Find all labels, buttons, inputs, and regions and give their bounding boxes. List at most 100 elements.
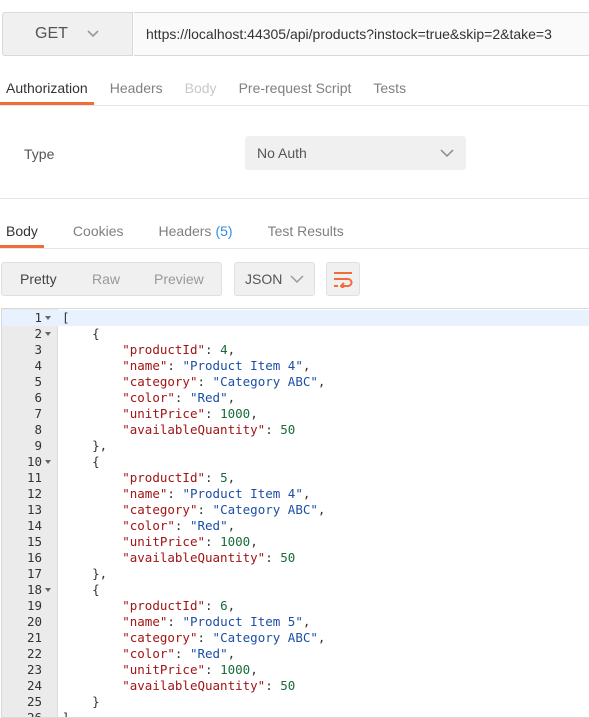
response-body-editor[interactable]: 1[2 {3 "productId": 4, 4 "name": "Product… [1, 308, 589, 718]
json-number: 1000 [220, 662, 251, 677]
code-line: 17 }, [2, 566, 589, 582]
json-punctuation [62, 678, 122, 693]
json-number: 5 [220, 470, 228, 485]
url-text: https://localhost:44305/api/products?ins… [146, 26, 552, 42]
json-punctuation: , [227, 646, 236, 661]
line-number: 14 [26, 518, 42, 533]
auth-type-select[interactable]: No Auth [245, 136, 466, 170]
wrap-lines-button[interactable] [326, 262, 360, 296]
line-number: 8 [34, 422, 42, 437]
json-string: "Category ABC" [212, 374, 318, 389]
json-punctuation: [ [62, 310, 70, 325]
json-punctuation: : [265, 550, 281, 565]
json-punctuation [62, 390, 122, 405]
tab-body: Body [179, 70, 223, 105]
json-number: 4 [220, 342, 228, 357]
line-number: 20 [26, 614, 42, 629]
json-punctuation: , [317, 374, 326, 389]
code-line: 10 { [2, 454, 589, 470]
json-punctuation: , [227, 598, 236, 613]
divider [0, 248, 589, 249]
json-punctuation [62, 502, 122, 517]
line-number: 19 [26, 598, 42, 613]
code-text: "category": "Category ABC", [62, 630, 325, 646]
code-text: ] [62, 710, 70, 717]
response-tab-cookies[interactable]: Cookies [67, 213, 130, 248]
response-tab-test-results[interactable]: Test Results [262, 213, 350, 248]
code-line: 4 "name": "Product Item 4", [2, 358, 589, 374]
code-line: 8 "availableQuantity": 50 [2, 422, 589, 438]
json-punctuation [62, 358, 122, 373]
line-number: 12 [26, 486, 42, 501]
json-key: "color" [122, 518, 175, 533]
view-mode-switcher: Pretty Raw Preview [1, 262, 222, 296]
url-input[interactable]: https://localhost:44305/api/products?ins… [134, 12, 589, 56]
json-punctuation: , [227, 470, 236, 485]
code-text: }, [62, 438, 107, 454]
json-punctuation [62, 550, 122, 565]
line-number: 11 [26, 470, 42, 485]
tab-label: Tests [373, 79, 407, 96]
json-punctuation [62, 342, 122, 357]
json-punctuation: , [302, 358, 311, 373]
code-line: 21 "category": "Category ABC", [2, 630, 589, 646]
json-punctuation: } [62, 694, 100, 709]
json-punctuation: : [205, 662, 221, 677]
code-text: "color": "Red", [62, 518, 235, 534]
code-text: "unitPrice": 1000, [62, 662, 258, 678]
code-text: "color": "Red", [62, 646, 235, 662]
json-punctuation: , [317, 502, 326, 517]
json-key: "unitPrice" [122, 534, 206, 549]
json-punctuation: { [62, 582, 100, 597]
json-punctuation: : [174, 390, 190, 405]
code-text: "color": "Red", [62, 390, 235, 406]
response-tab-headers[interactable]: Headers (5) [153, 213, 239, 248]
tab-pre-request-script[interactable]: Pre-request Script [233, 70, 358, 105]
code-text: "unitPrice": 1000, [62, 534, 258, 550]
tab-tests[interactable]: Tests [367, 70, 412, 105]
tab-headers[interactable]: Headers [104, 70, 169, 105]
divider [0, 198, 589, 199]
json-string: "Red" [189, 518, 228, 533]
code-line: 3 "productId": 4, [2, 342, 589, 358]
view-mode-preview[interactable]: Preview [154, 271, 204, 287]
code-line: 9 }, [2, 438, 589, 454]
line-number: 10 [26, 454, 42, 469]
view-mode-raw[interactable]: Raw [92, 271, 120, 287]
method-select[interactable]: GET [2, 12, 133, 56]
json-punctuation: , [250, 406, 258, 421]
code-line: 18 { [2, 582, 589, 598]
line-number: 26 [26, 710, 42, 718]
tab-label: Headers [109, 79, 163, 96]
code-line: 1[ [2, 310, 589, 326]
format-select[interactable]: JSON [234, 262, 315, 296]
fold-arrow-icon[interactable] [45, 460, 51, 464]
code-line: 24 "availableQuantity": 50 [2, 678, 589, 694]
json-key: "category" [122, 502, 198, 517]
fold-arrow-icon[interactable] [45, 332, 51, 336]
view-mode-pretty[interactable]: Pretty [20, 271, 57, 287]
json-punctuation: : [197, 374, 213, 389]
json-punctuation [62, 614, 122, 629]
code-line: 23 "unitPrice": 1000, [2, 662, 589, 678]
json-punctuation: : [205, 598, 221, 613]
code-line: 12 "name": "Product Item 4", [2, 486, 589, 502]
code-text: "category": "Category ABC", [62, 374, 325, 390]
tab-authorization[interactable]: Authorization [0, 70, 94, 105]
fold-arrow-icon[interactable] [45, 588, 51, 592]
json-punctuation: : [197, 502, 213, 517]
line-number: 25 [26, 694, 42, 709]
json-punctuation: : [174, 646, 190, 661]
json-key: "productId" [122, 470, 206, 485]
json-punctuation: , [227, 390, 236, 405]
auth-type-value: No Auth [257, 145, 307, 161]
line-number: 21 [26, 630, 42, 645]
code-text: "availableQuantity": 50 [62, 422, 295, 438]
json-key: "color" [122, 390, 175, 405]
tab-label: Authorization [6, 79, 88, 96]
line-number: 13 [26, 502, 42, 517]
fold-arrow-icon[interactable] [45, 316, 51, 320]
response-tab-body[interactable]: Body [0, 213, 44, 248]
tab-label: Body [6, 222, 38, 239]
code-line: 2 { [2, 326, 589, 342]
